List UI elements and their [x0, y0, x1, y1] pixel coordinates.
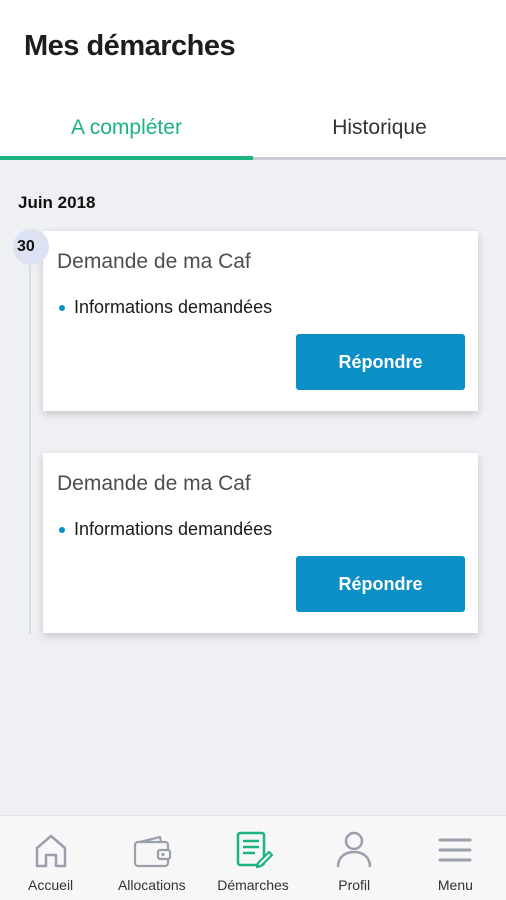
nav-item-demarches[interactable]: Démarches	[202, 816, 303, 900]
nav-item-menu[interactable]: Menu	[405, 816, 506, 900]
tab-active-indicator	[0, 156, 253, 160]
tab-label: Historique	[332, 116, 427, 139]
nav-item-accueil[interactable]: Accueil	[0, 816, 101, 900]
bottom-navigation: Accueil Allocations Démarches Profil Men…	[0, 815, 506, 900]
timeline-line	[29, 248, 31, 634]
bullet-icon	[59, 526, 65, 533]
card-list-item: Informations demandées	[59, 519, 272, 540]
nav-item-profil[interactable]: Profil	[304, 816, 405, 900]
nav-label: Allocations	[117, 877, 186, 893]
wallet-icon	[133, 835, 171, 868]
respond-button[interactable]: Répondre	[296, 556, 465, 612]
user-icon	[336, 831, 372, 868]
nav-label: Accueil	[28, 877, 74, 893]
tab-divider	[253, 157, 506, 160]
card-title: Demande de ma Caf	[57, 250, 251, 273]
card-title: Demande de ma Caf	[57, 472, 251, 495]
tab-a-completer[interactable]: A compléter	[0, 98, 253, 160]
home-icon	[35, 834, 66, 868]
nav-item-allocations[interactable]: Allocations	[101, 816, 202, 900]
menu-icon	[438, 838, 472, 862]
month-heading: Juin 2018	[18, 193, 96, 212]
bullet-icon	[59, 304, 65, 311]
page-title: Mes démarches	[24, 30, 236, 62]
nav-label: Menu	[437, 877, 473, 893]
tab-historique[interactable]: Historique	[253, 98, 506, 160]
tab-bar: A compléter Historique	[0, 98, 506, 160]
tab-label: A compléter	[71, 116, 182, 139]
request-card: Demande de ma Caf Informations demandées…	[43, 231, 478, 411]
request-card: Demande de ma Caf Informations demandées…	[43, 453, 478, 633]
nav-label: Profil	[338, 877, 371, 893]
card-list-item: Informations demandées	[59, 297, 272, 318]
card-item-text: Informations demandées	[74, 519, 273, 539]
day-badge: 30	[13, 229, 49, 265]
respond-button[interactable]: Répondre	[296, 334, 465, 390]
document-edit-icon	[236, 831, 274, 869]
card-item-text: Informations demandées	[74, 297, 273, 317]
nav-label: Démarches	[217, 877, 289, 893]
app-header: Mes démarches A compléter Historique	[0, 0, 506, 160]
